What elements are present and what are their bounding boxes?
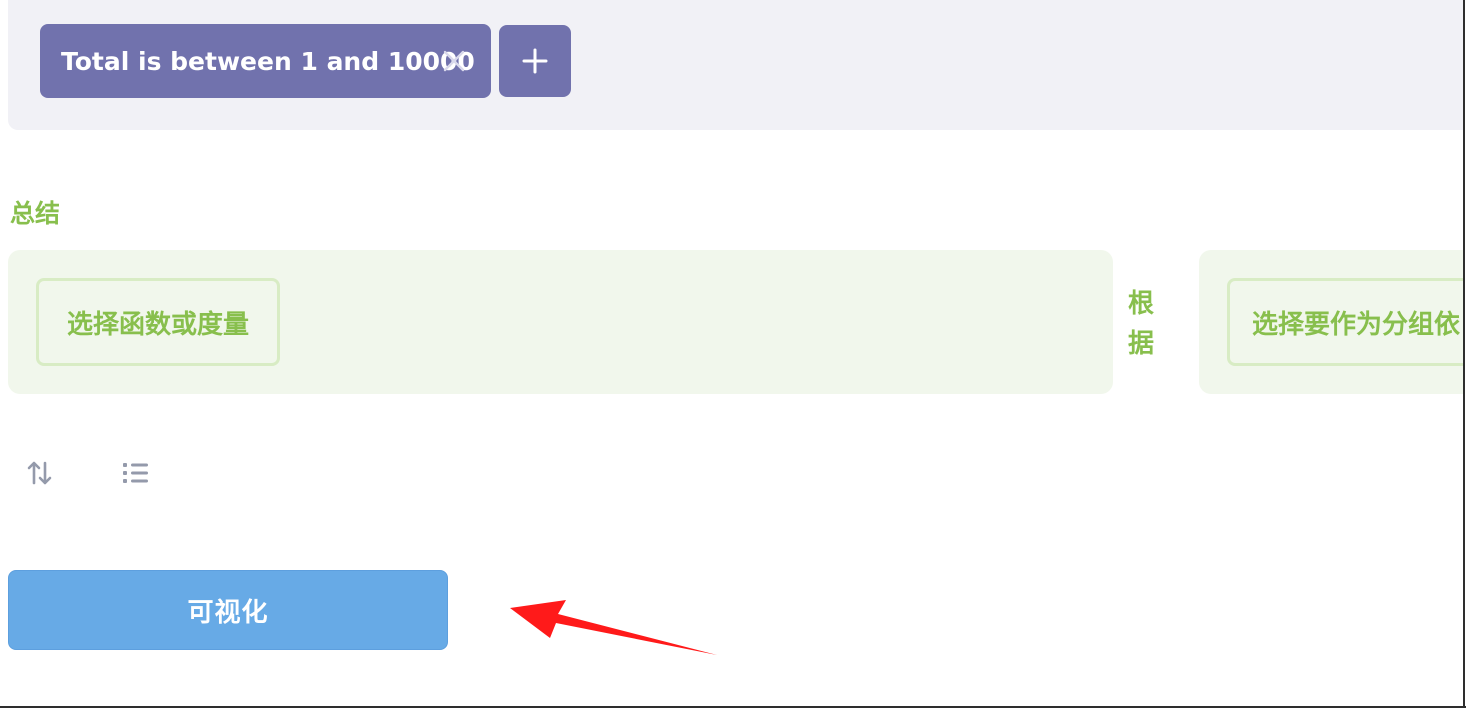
filter-pill-label: Total is between 1 and 10000 bbox=[61, 46, 475, 76]
visualize-button[interactable]: 可视化 bbox=[8, 570, 448, 650]
summarize-section-label: 总结 bbox=[10, 199, 61, 228]
annotation-arrow bbox=[510, 600, 717, 655]
sort-icon[interactable] bbox=[26, 460, 54, 490]
pick-group-by-button[interactable]: 选择要作为分组依 bbox=[1227, 278, 1466, 366]
close-icon[interactable] bbox=[442, 49, 466, 73]
filter-pill[interactable]: Total is between 1 and 10000 bbox=[40, 24, 491, 98]
pick-metric-button[interactable]: 选择函数或度量 bbox=[36, 278, 280, 366]
add-filter-button[interactable] bbox=[499, 25, 571, 97]
list-icon[interactable] bbox=[122, 461, 150, 489]
group-by-label: 根据 bbox=[1128, 289, 1155, 359]
window-border-right bbox=[1463, 0, 1465, 708]
plus-icon bbox=[522, 48, 548, 74]
